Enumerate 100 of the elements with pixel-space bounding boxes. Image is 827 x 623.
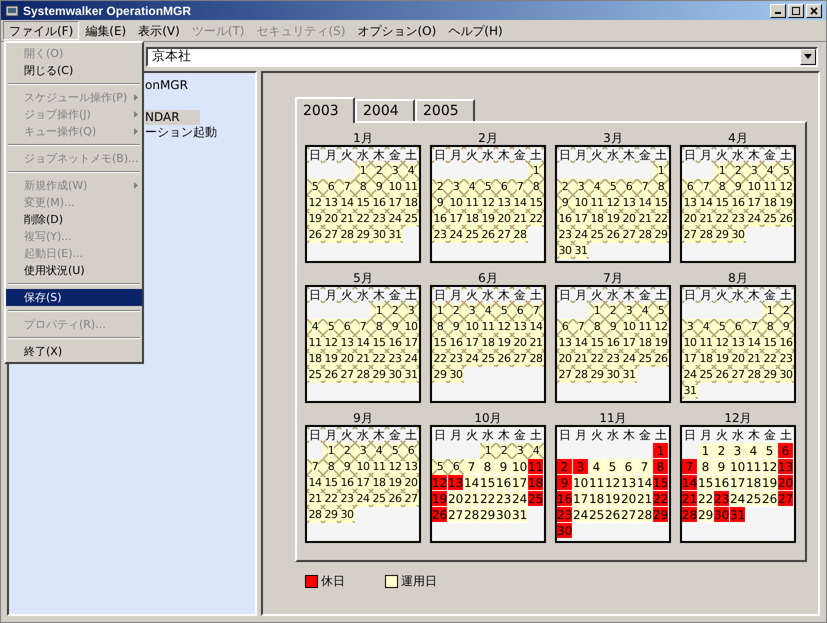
year-tab[interactable]: 2004	[355, 99, 415, 121]
crossed-day[interactable]: 9	[376, 181, 382, 193]
crossed-day[interactable]: 7	[344, 181, 350, 193]
workday-day[interactable]: 2	[714, 443, 730, 459]
crossed-day[interactable]: 6	[516, 305, 524, 317]
workday-day[interactable]: 4	[589, 459, 605, 475]
workday-day[interactable]: 8	[480, 459, 496, 475]
crossed-day[interactable]: 19	[324, 353, 338, 365]
crossed-day[interactable]: 8	[328, 461, 334, 473]
crossed-day[interactable]: 8	[436, 321, 444, 333]
crossed-day[interactable]: 18	[590, 213, 604, 225]
workday-day[interactable]: 18	[589, 491, 605, 507]
crossed-day[interactable]: 6	[734, 321, 742, 333]
crossed-day[interactable]: 14	[574, 337, 588, 349]
crossed-day[interactable]: 29	[654, 229, 668, 241]
workday-day[interactable]: 11	[589, 475, 605, 491]
workday-day[interactable]: 28	[637, 507, 653, 523]
crossed-day[interactable]: 2	[734, 165, 742, 177]
workday-day[interactable]: 30	[496, 507, 512, 523]
crossed-day[interactable]: 12	[716, 337, 728, 349]
crossed-day[interactable]: 26	[482, 229, 494, 241]
menu-item[interactable]: オプション(O)	[351, 21, 442, 40]
crossed-day[interactable]: 19	[780, 197, 792, 209]
crossed-day[interactable]: 25	[466, 229, 478, 241]
crossed-day[interactable]: 24	[684, 369, 696, 381]
crossed-day[interactable]: 21	[308, 493, 322, 505]
crossed-day[interactable]: 11	[638, 321, 652, 333]
holiday-day[interactable]: 13	[448, 475, 464, 491]
crossed-day[interactable]: 12	[324, 337, 338, 349]
workday-day[interactable]: 23	[496, 491, 512, 507]
holiday-day[interactable]: 14	[682, 475, 698, 491]
crossed-day[interactable]: 5	[500, 305, 508, 317]
crossed-day[interactable]: 5	[328, 321, 334, 333]
crossed-day[interactable]: 10	[450, 197, 462, 209]
workday-day[interactable]: 26	[762, 491, 778, 507]
holiday-day[interactable]: 18	[528, 475, 544, 491]
crossed-day[interactable]: 17	[622, 337, 636, 349]
crossed-day[interactable]: 6	[500, 181, 508, 193]
crossed-day[interactable]: 14	[356, 337, 370, 349]
crossed-day[interactable]: 21	[340, 213, 354, 225]
crossed-day[interactable]: 16	[606, 337, 620, 349]
crossed-day[interactable]: 15	[654, 197, 668, 209]
crossed-day[interactable]: 22	[654, 213, 668, 225]
crossed-day[interactable]: 23	[606, 353, 620, 365]
crossed-day[interactable]: 30	[450, 369, 462, 381]
crossed-day[interactable]: 4	[376, 445, 382, 457]
crossed-day[interactable]: 7	[532, 305, 540, 317]
workday-day[interactable]: 10	[730, 459, 746, 475]
crossed-day[interactable]: 1	[594, 305, 600, 317]
workday-day[interactable]: 15	[480, 475, 496, 491]
menu-entry[interactable]: 閉じる(C)	[6, 62, 142, 79]
crossed-day[interactable]: 27	[498, 229, 510, 241]
crossed-day[interactable]: 9	[452, 321, 460, 333]
holiday-day[interactable]: 11	[528, 459, 544, 475]
crossed-day[interactable]: 15	[530, 197, 542, 209]
holiday-day[interactable]: 29	[653, 507, 669, 523]
crossed-day[interactable]: 7	[516, 181, 524, 193]
crossed-day[interactable]: 4	[642, 305, 648, 317]
crossed-day[interactable]: 21	[638, 213, 652, 225]
workday-day[interactable]: 29	[698, 507, 714, 523]
crossed-day[interactable]: 17	[466, 337, 478, 349]
crossed-day[interactable]: 26	[780, 213, 792, 225]
crossed-day[interactable]: 12	[308, 197, 322, 209]
holiday-day[interactable]: 23	[557, 507, 573, 523]
crossed-day[interactable]: 28	[638, 229, 652, 241]
crossed-day[interactable]: 16	[434, 213, 446, 225]
crossed-day[interactable]: 5	[392, 445, 398, 457]
holiday-day[interactable]: 22	[653, 491, 669, 507]
crossed-day[interactable]: 23	[780, 353, 792, 365]
crossed-day[interactable]: 22	[764, 353, 776, 365]
crossed-day[interactable]: 15	[356, 197, 370, 209]
crossed-day[interactable]: 7	[578, 321, 584, 333]
crossed-day[interactable]: 25	[764, 213, 776, 225]
crossed-day[interactable]: 17	[450, 213, 462, 225]
crossed-day[interactable]: 1	[766, 305, 774, 317]
crossed-day[interactable]: 27	[622, 229, 636, 241]
year-tab[interactable]: 2003	[295, 97, 355, 123]
crossed-day[interactable]: 18	[482, 337, 494, 349]
crossed-day[interactable]: 24	[388, 213, 402, 225]
crossed-day[interactable]: 28	[700, 229, 712, 241]
workday-day[interactable]: 8	[698, 459, 714, 475]
holiday-day[interactable]: 12	[432, 475, 448, 491]
workday-day[interactable]: 11	[746, 459, 762, 475]
crossed-day[interactable]: 27	[732, 369, 744, 381]
holiday-day[interactable]: 31	[730, 507, 746, 523]
workday-day[interactable]: 22	[480, 491, 496, 507]
holiday-day[interactable]: 6	[778, 443, 794, 459]
crossed-day[interactable]: 10	[748, 181, 760, 193]
crossed-day[interactable]: 2	[500, 445, 508, 457]
crossed-day[interactable]: 8	[658, 181, 664, 193]
crossed-day[interactable]: 10	[356, 461, 370, 473]
crossed-day[interactable]: 30	[340, 509, 354, 521]
crossed-day[interactable]: 16	[780, 337, 792, 349]
crossed-day[interactable]: 16	[372, 197, 386, 209]
crossed-day[interactable]: 28	[356, 369, 370, 381]
crossed-day[interactable]: 17	[574, 213, 588, 225]
crossed-day[interactable]: 14	[340, 197, 354, 209]
holiday-day[interactable]: 1	[653, 443, 669, 459]
crossed-day[interactable]: 24	[574, 229, 588, 241]
crossed-day[interactable]: 4	[594, 181, 600, 193]
